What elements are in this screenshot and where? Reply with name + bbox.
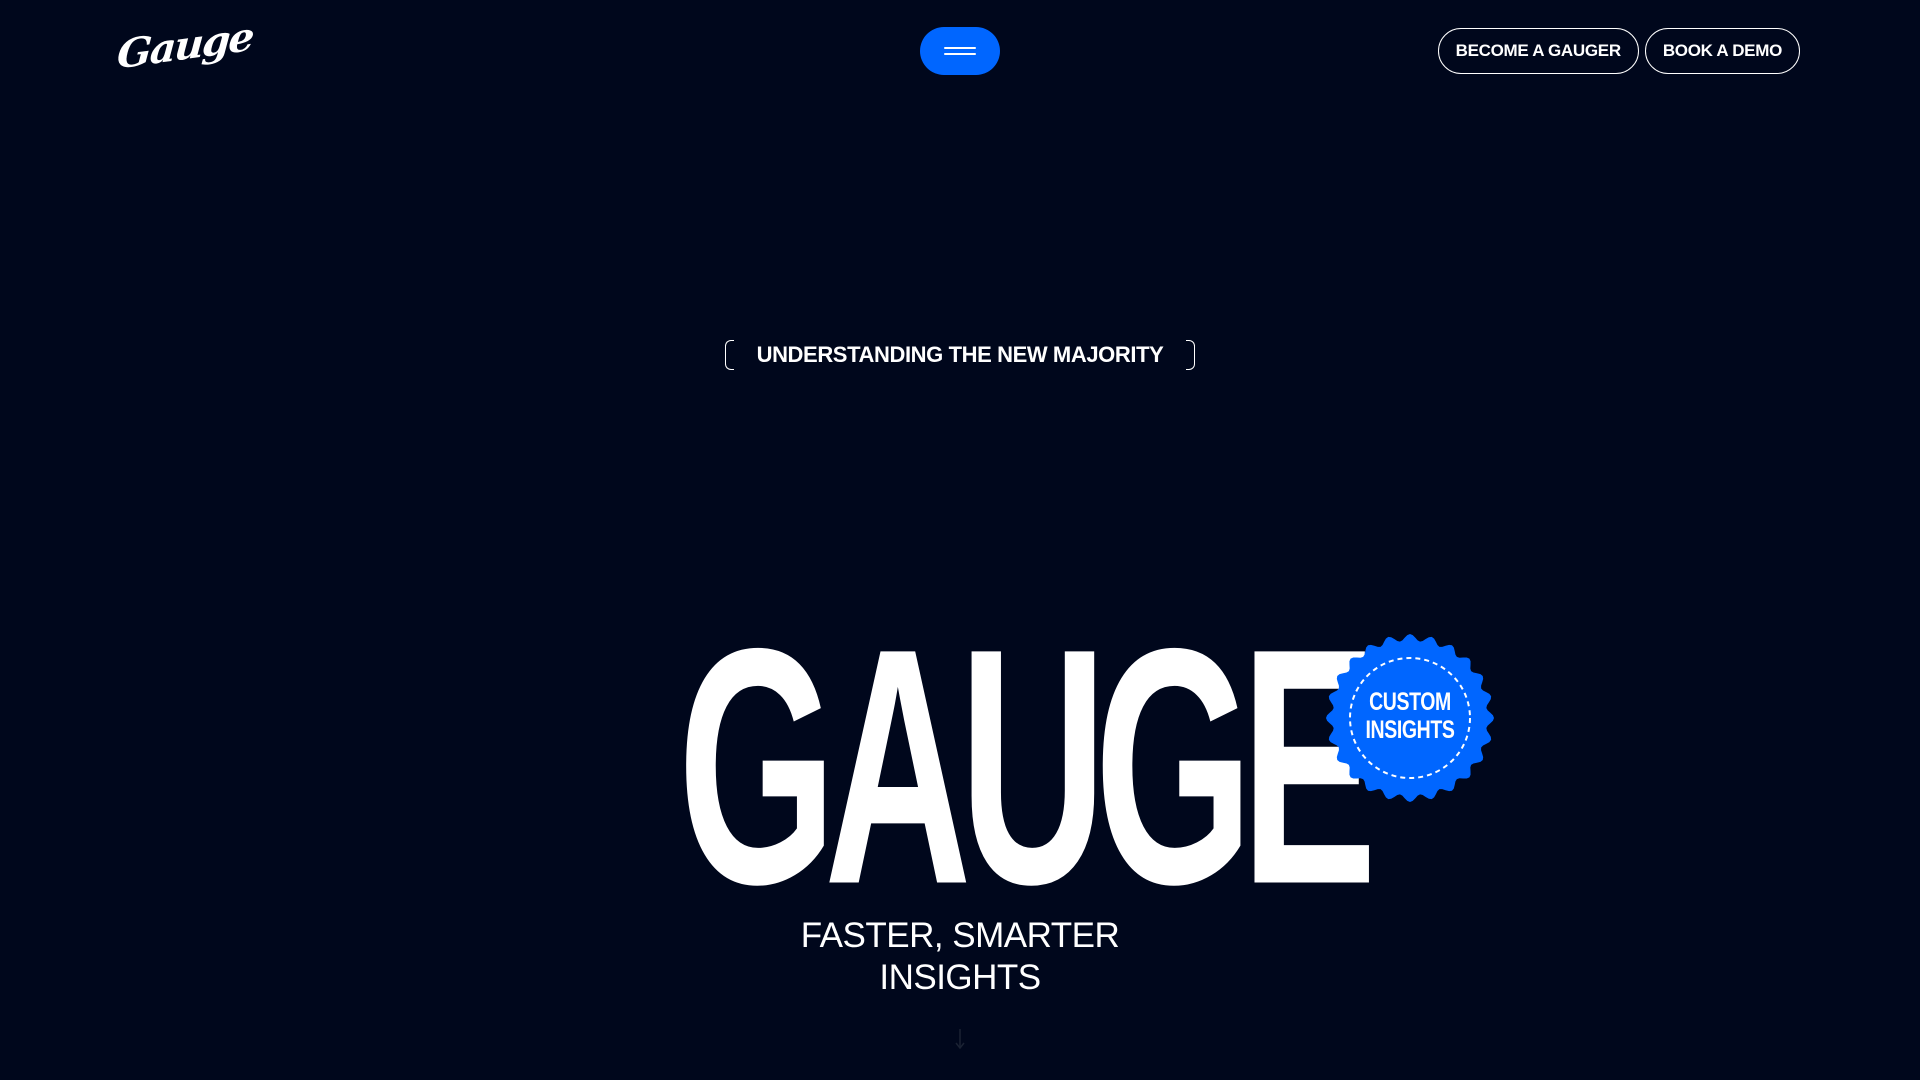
book-a-demo-button[interactable]: BOOK A DEMO <box>1644 28 1800 74</box>
hamburger-icon-bar <box>944 53 976 55</box>
badge-line-1: CUSTOM <box>1369 688 1451 716</box>
hero-tagline: FASTER, SMARTER INSIGHTS <box>760 915 1160 999</box>
tagline-line-2: INSIGHTS <box>879 958 1041 997</box>
header-actions: BECOME A GAUGER BOOK A DEMO <box>1437 28 1800 74</box>
eyebrow-bracket-right <box>1186 340 1195 370</box>
eyebrow-bracket-left <box>725 340 734 370</box>
hero-eyebrow: UNDERSTANDING THE NEW MAJORITY <box>725 340 1195 370</box>
arrow-down-icon[interactable] <box>954 1028 966 1050</box>
badge-line-2: INSIGHTS <box>1365 716 1455 744</box>
become-a-gauger-button[interactable]: BECOME A GAUGER <box>1437 28 1639 74</box>
gauge-logo[interactable]: Gauge <box>115 13 255 84</box>
tagline-line-1: FASTER, SMARTER <box>800 916 1120 955</box>
menu-button[interactable] <box>920 27 1000 75</box>
hamburger-icon <box>944 47 976 49</box>
badge-text: CUSTOM INSIGHTS <box>1344 688 1477 744</box>
hero-eyebrow-text: UNDERSTANDING THE NEW MAJORITY <box>756 342 1164 367</box>
custom-insights-badge: CUSTOM INSIGHTS <box>1325 633 1495 803</box>
hero-title: GAUGE <box>677 577 1377 955</box>
page: Gauge BECOME A GAUGER BOOK A DEMO UNDERS… <box>0 0 1920 1080</box>
